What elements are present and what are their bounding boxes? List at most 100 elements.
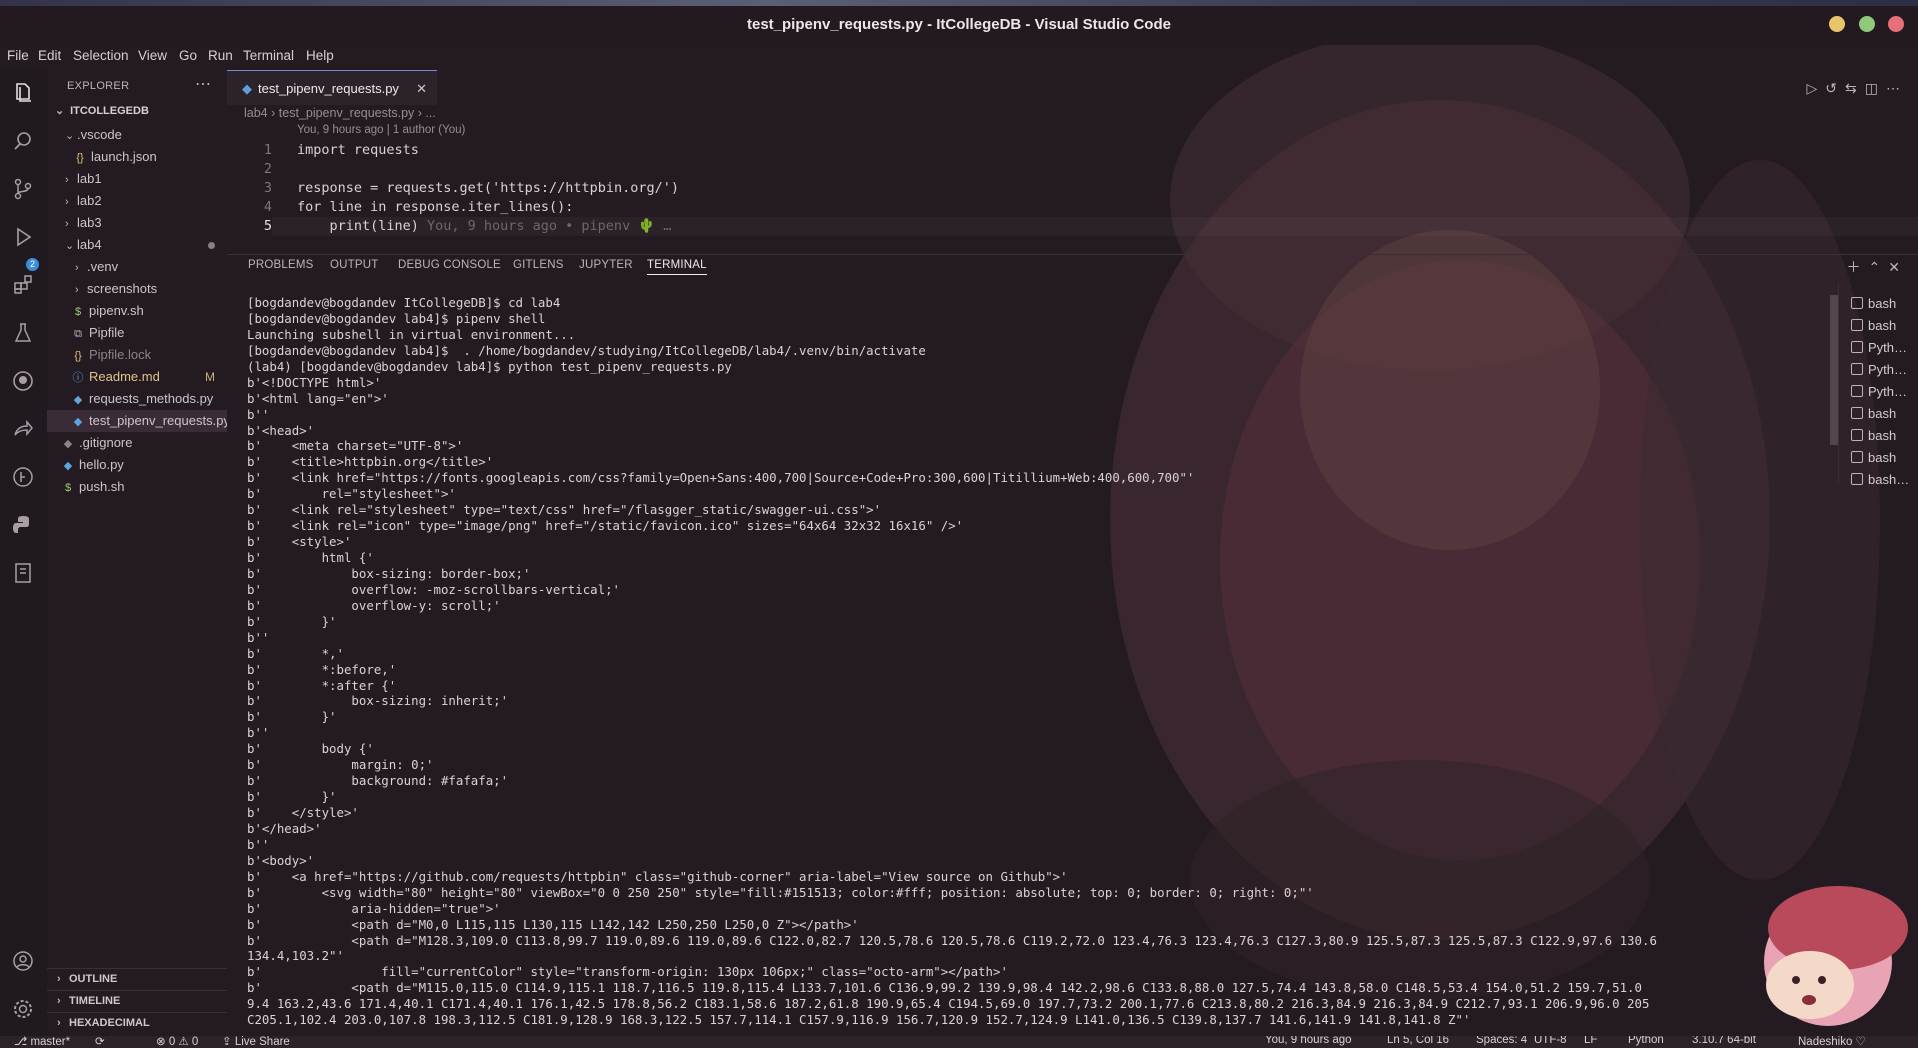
status-cursor[interactable]: Ln 5, Col 16 bbox=[1387, 1036, 1449, 1046]
terminal-instance[interactable]: bash bbox=[1851, 425, 1918, 447]
minimize-button[interactable] bbox=[1829, 16, 1845, 32]
breadcrumb-symbol[interactable]: ... bbox=[425, 106, 435, 120]
tree-file-pipenv-sh[interactable]: $ pipenv.sh bbox=[47, 300, 227, 322]
terminal-instance[interactable]: Pyth… bbox=[1851, 381, 1918, 403]
testing-flask-icon[interactable] bbox=[10, 320, 36, 346]
notebook-icon[interactable] bbox=[10, 560, 36, 586]
menu-file[interactable]: File bbox=[7, 48, 29, 63]
tab-gitlens[interactable]: GITLENS bbox=[513, 259, 564, 271]
status-interpreter[interactable]: 3.10.7 64-bit bbox=[1692, 1036, 1756, 1046]
terminal-line: b'<body>' bbox=[247, 852, 315, 868]
chevron-down-icon: ⌄ bbox=[55, 105, 65, 117]
menu-selection[interactable]: Selection bbox=[73, 48, 129, 63]
maximize-button[interactable] bbox=[1859, 16, 1875, 32]
tab-problems[interactable]: PROBLEMS bbox=[248, 259, 314, 271]
new-terminal-icon[interactable]: ＋ bbox=[1847, 259, 1869, 275]
explorer-more-icon[interactable]: ⋯ bbox=[195, 74, 211, 94]
tree-file-launch-json[interactable]: {} launch.json bbox=[47, 146, 227, 168]
breadcrumb-folder[interactable]: lab4 bbox=[244, 106, 268, 120]
tree-file-hello-py[interactable]: ◆ hello.py bbox=[47, 454, 227, 476]
live-share-icon[interactable] bbox=[10, 416, 36, 442]
terminal-instance[interactable]: bash bbox=[1851, 403, 1918, 425]
status-language[interactable]: Python bbox=[1628, 1036, 1664, 1046]
history-icon[interactable]: ↺ bbox=[1825, 80, 1845, 96]
tree-file-readme[interactable]: ⓘ Readme.md M bbox=[47, 366, 227, 388]
tree-folder-venv[interactable]: › .venv bbox=[47, 256, 227, 278]
account-icon[interactable] bbox=[10, 948, 36, 974]
gitlens-icon[interactable] bbox=[10, 464, 36, 490]
codelens-blame[interactable]: You, 9 hours ago | 1 author (You) bbox=[297, 124, 465, 136]
tree-folder-lab1[interactable]: › lab1 bbox=[47, 168, 227, 190]
sync-icon[interactable]: ⟳ bbox=[95, 1036, 105, 1048]
terminal-instance[interactable]: bash… bbox=[1851, 469, 1918, 491]
tree-folder-lab4[interactable]: ⌄ lab4 bbox=[47, 234, 227, 256]
terminal-line: b' <link href="https://fonts.googleapis.… bbox=[247, 470, 1195, 486]
status-encoding[interactable]: UTF-8 bbox=[1534, 1036, 1567, 1046]
workspace-root[interactable]: ⌄ ITCOLLEGEDB bbox=[47, 104, 227, 124]
menu-view[interactable]: View bbox=[138, 48, 167, 63]
terminal-instance-label: bash bbox=[1868, 406, 1897, 421]
status-spaces[interactable]: Spaces: 4 bbox=[1476, 1036, 1527, 1046]
tab-jupyter[interactable]: JUPYTER bbox=[579, 259, 633, 271]
tree-file-test-pipenv-requests[interactable]: ◆ test_pipenv_requests.py bbox=[47, 410, 227, 432]
tree-file-requests-methods[interactable]: ◆ requests_methods.py bbox=[47, 388, 227, 410]
hex-calculator-panel[interactable]: ›HEXADECIMAL CALCULATOR bbox=[47, 1012, 227, 1048]
terminal-line: b' rel="stylesheet">' bbox=[247, 486, 456, 502]
tab-test-pipenv-requests[interactable]: ◆ test_pipenv_requests.py ✕ bbox=[227, 70, 437, 105]
tab-terminal[interactable]: TERMINAL bbox=[647, 259, 707, 275]
code-editor[interactable]: 1 import requests 2 3 response = requests.… bbox=[227, 141, 1727, 236]
timeline-panel[interactable]: › TIMELINE bbox=[47, 990, 227, 1010]
explorer-icon[interactable] bbox=[10, 80, 36, 106]
tree-file-pipfile-lock[interactable]: {} Pipfile.lock bbox=[47, 344, 227, 366]
terminal-instance[interactable]: Pyth… bbox=[1851, 359, 1918, 381]
terminal-line: b' }' bbox=[247, 709, 337, 725]
tree-label: lab3 bbox=[77, 215, 102, 230]
close-panel-icon[interactable]: ✕ bbox=[1888, 259, 1908, 275]
status-live-share[interactable]: ⇪ Live Share bbox=[222, 1036, 290, 1048]
run-debug-icon[interactable] bbox=[10, 224, 36, 250]
python-icon[interactable] bbox=[10, 512, 36, 538]
terminal-scrollbar[interactable] bbox=[1830, 295, 1838, 445]
status-blame[interactable]: You, 9 hours ago bbox=[1265, 1036, 1352, 1046]
terminal-instance[interactable]: bash bbox=[1851, 447, 1918, 469]
outline-panel[interactable]: › OUTLINE bbox=[47, 968, 227, 988]
status-theme[interactable]: Nadeshiko ♡ bbox=[1798, 1036, 1866, 1048]
tab-output[interactable]: OUTPUT bbox=[330, 259, 378, 271]
git-compare-icon[interactable]: ⇆ bbox=[1845, 80, 1865, 96]
run-file-icon[interactable]: ▷ bbox=[1807, 80, 1826, 96]
maximize-panel-icon[interactable]: ⌃ bbox=[1869, 259, 1889, 275]
terminal-instance[interactable]: bash bbox=[1851, 315, 1918, 337]
tree-folder-vscode[interactable]: ⌄ .vscode bbox=[47, 124, 227, 146]
extensions-icon[interactable] bbox=[10, 272, 36, 298]
tree-folder-lab3[interactable]: › lab3 bbox=[47, 212, 227, 234]
source-control-icon[interactable] bbox=[10, 176, 36, 202]
status-eol[interactable]: LF bbox=[1584, 1036, 1597, 1046]
menu-go[interactable]: Go bbox=[179, 48, 197, 63]
close-window-button[interactable] bbox=[1888, 16, 1904, 32]
tree-file-gitignore[interactable]: ◆ .gitignore bbox=[47, 432, 227, 454]
breadcrumb-file[interactable]: test_pipenv_requests.py bbox=[279, 106, 415, 120]
tree-file-push-sh[interactable]: $ push.sh bbox=[47, 476, 227, 498]
menu-terminal[interactable]: Terminal bbox=[243, 48, 294, 63]
tree-folder-screenshots[interactable]: › screenshots bbox=[47, 278, 227, 300]
menu-help[interactable]: Help bbox=[306, 48, 334, 63]
menu-edit[interactable]: Edit bbox=[38, 48, 61, 63]
split-editor-icon[interactable]: ◫ bbox=[1865, 80, 1886, 96]
github-icon[interactable] bbox=[10, 368, 36, 394]
terminal-instance[interactable]: Pyth… bbox=[1851, 337, 1918, 359]
terminal-instance[interactable]: bash bbox=[1851, 293, 1918, 315]
tree-file-pipfile[interactable]: ⧉ Pipfile bbox=[47, 322, 227, 344]
terminal-line: b' <path d="M0,0 L115,115 L130,115 L142,… bbox=[247, 916, 859, 932]
settings-gear-icon[interactable] bbox=[10, 996, 36, 1022]
tab-debug-console[interactable]: DEBUG CONSOLE bbox=[398, 259, 501, 271]
terminal-line: b'' bbox=[247, 406, 270, 422]
close-tab-icon[interactable]: ✕ bbox=[416, 71, 427, 106]
search-icon[interactable] bbox=[10, 128, 36, 154]
terminal-line: b'' bbox=[247, 725, 270, 741]
status-problems[interactable]: ⊗ 0 ⚠ 0 bbox=[156, 1036, 198, 1048]
menu-run[interactable]: Run bbox=[208, 48, 233, 63]
tree-folder-lab2[interactable]: › lab2 bbox=[47, 190, 227, 212]
status-branch[interactable]: ⎇ master* bbox=[14, 1036, 70, 1048]
more-actions-icon[interactable]: ⋯ bbox=[1886, 80, 1908, 96]
terminal-output[interactable]: [bogdandev@bogdandev ItCollegeDB]$ cd la… bbox=[247, 295, 1827, 1035]
